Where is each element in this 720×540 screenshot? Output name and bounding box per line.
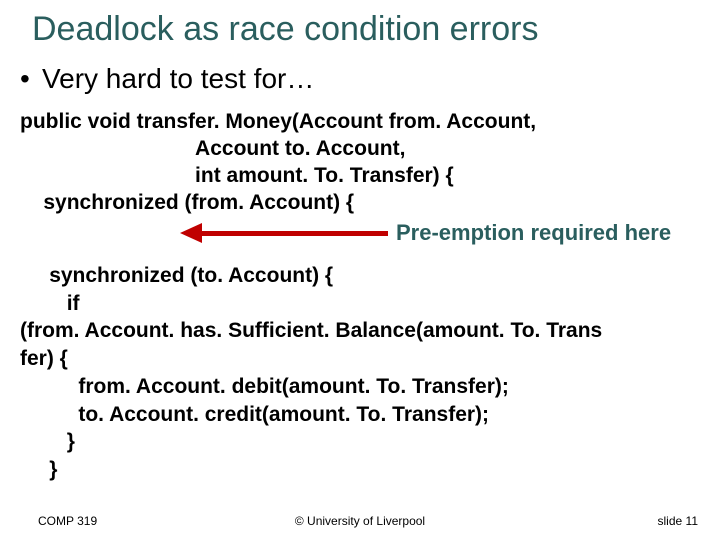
- annotation-text: Pre-emption required here: [396, 220, 671, 246]
- slide: Deadlock as race condition errors •Very …: [0, 0, 720, 540]
- footer-copyright: © University of Liverpool: [0, 514, 720, 528]
- code-block-1: public void transfer. Money(Account from…: [0, 95, 720, 217]
- code-block-2: synchronized (to. Account) { if (from. A…: [20, 262, 710, 484]
- slide-title: Deadlock as race condition errors: [0, 0, 720, 49]
- bullet-text: Very hard to test for…: [42, 63, 314, 94]
- annotation-arrow-group: Pre-emption required here: [180, 220, 710, 248]
- footer-slide-prefix: slide: [658, 514, 686, 528]
- bullet-line: •Very hard to test for…: [0, 49, 720, 95]
- footer-slide-number: slide 11: [658, 514, 698, 528]
- arrow-line: [198, 231, 388, 236]
- bullet-dot: •: [20, 63, 42, 95]
- footer-slide-num: 11: [686, 514, 698, 528]
